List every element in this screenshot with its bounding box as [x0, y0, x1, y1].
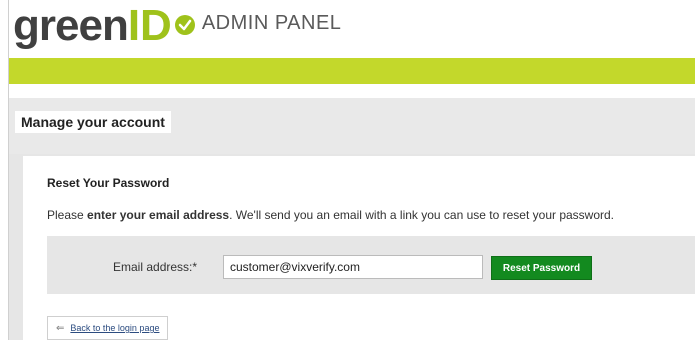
check-circle-icon: [174, 15, 195, 35]
logo-word: green: [13, 1, 129, 50]
reset-password-button[interactable]: Reset Password: [491, 256, 592, 280]
instruction-bold: enter your email address: [87, 208, 230, 222]
reset-instructions: Please enter your email address. We'll s…: [47, 208, 614, 222]
instruction-suffix: . We'll send you an email with a link yo…: [229, 208, 615, 222]
back-link-label: Back to the login page: [70, 323, 160, 333]
header-gap: [9, 84, 695, 98]
page-title: Manage your account: [15, 111, 171, 133]
header: green ID ADMIN PANEL: [9, 0, 695, 58]
admin-page: green ID ADMIN PANEL Manage your account…: [8, 0, 695, 340]
reset-password-card: Reset Your Password Please enter your em…: [23, 156, 695, 340]
logo-subtitle: ADMIN PANEL: [201, 12, 342, 34]
email-form: Email address:* Reset Password: [47, 236, 695, 294]
greenid-logo: green ID ADMIN PANEL: [13, 4, 341, 48]
logo-id: ID: [127, 1, 172, 50]
email-label: Email address:*: [113, 260, 198, 274]
instruction-prefix: Please: [47, 208, 88, 222]
email-field[interactable]: [223, 255, 483, 279]
arrow-left-icon: ⇐: [56, 322, 65, 334]
reset-heading: Reset Your Password: [47, 176, 170, 190]
top-green-bar: [9, 58, 695, 84]
back-to-login-link[interactable]: ⇐ Back to the login page: [47, 316, 169, 340]
